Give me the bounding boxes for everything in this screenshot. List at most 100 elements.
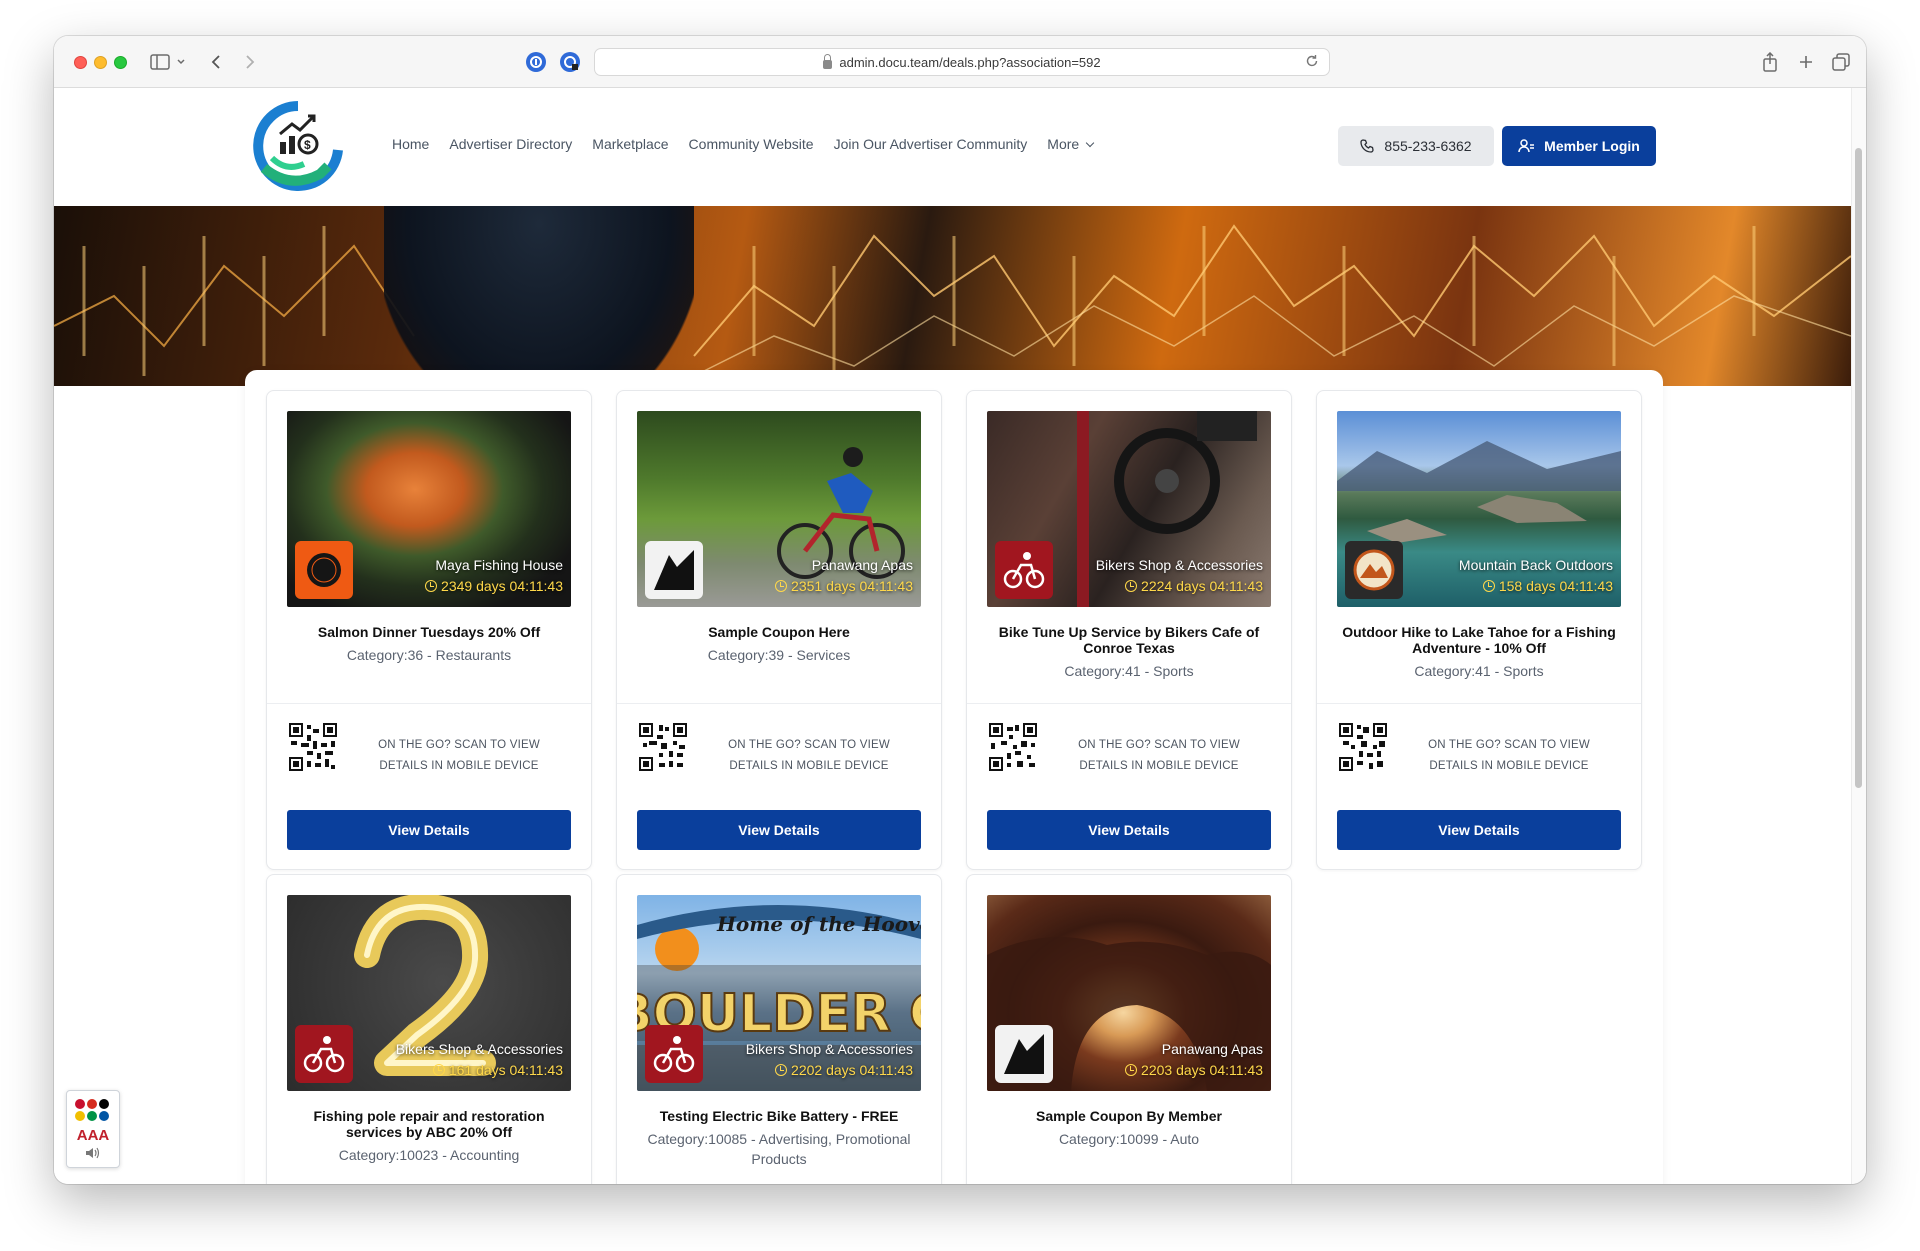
bikers-cafe-logo <box>295 1025 353 1083</box>
nav-home[interactable]: Home <box>392 136 429 152</box>
deal-timer: 2224 days 04:11:43 <box>1125 578 1263 594</box>
deal-timer: 2203 days 04:11:43 <box>1125 1062 1263 1078</box>
deal-category: Category:41 - Sports <box>1414 663 1544 679</box>
scrollbar-thumb[interactable] <box>1855 148 1862 788</box>
deal-image[interactable]: Maya Fishing House 2349 days 04:11:43 <box>287 411 571 607</box>
deal-timer-text: 2202 days 04:11:43 <box>791 1062 913 1078</box>
deal-category: Category:10099 - Auto <box>1058 1131 1200 1147</box>
deal-timer-text: 158 days 04:11:43 <box>1498 578 1613 594</box>
deal-title[interactable]: Testing Electric Bike Battery - FREE <box>637 1108 921 1124</box>
deal-image[interactable]: Panawang Apas 2203 days 04:11:43 <box>987 895 1271 1091</box>
share-icon[interactable] <box>1762 52 1778 72</box>
minimize-window-button[interactable] <box>94 56 107 69</box>
nav-join-advertiser-community[interactable]: Join Our Advertiser Community <box>834 136 1028 152</box>
deal-title[interactable]: Sample Coupon By Member <box>987 1108 1271 1124</box>
divider <box>617 703 941 704</box>
deal-card: Mountain Back Outdoors 158 days 04:11:43… <box>1316 390 1642 870</box>
hero-banner <box>54 206 1851 386</box>
deal-title[interactable]: Fishing pole repair and restoration serv… <box>287 1108 571 1140</box>
sidebar-toggle-icon[interactable] <box>150 52 170 72</box>
deal-shop-name: Bikers Shop & Accessories <box>1095 557 1263 573</box>
deal-timer-text: 2349 days 04:11:43 <box>441 578 563 594</box>
accessibility-widget[interactable]: AAA <box>66 1090 120 1168</box>
nav-advertiser-directory[interactable]: Advertiser Directory <box>449 136 572 152</box>
scan-instruction: ON THE GO? SCAN TO VIEW DETAILS IN MOBIL… <box>1428 739 1590 772</box>
deal-image[interactable]: Panawang Apas 2351 days 04:11:43 <box>637 411 921 607</box>
deal-image[interactable]: Mountain Back Outdoors 158 days 04:11:43 <box>1337 411 1621 607</box>
close-window-button[interactable] <box>74 56 87 69</box>
hero-chart-graphic <box>54 224 1851 377</box>
deal-timer: 2351 days 04:11:43 <box>775 578 913 594</box>
page-scrollbar[interactable] <box>1851 88 1866 1184</box>
url-text: admin.docu.team/deals.php?association=59… <box>839 54 1101 70</box>
qr-code <box>1339 723 1387 771</box>
scan-instruction: ON THE GO? SCAN TO VIEW DETAILS IN MOBIL… <box>728 739 890 772</box>
deal-title[interactable]: Salmon Dinner Tuesdays 20% Off <box>287 624 571 640</box>
maya-fishing-logo <box>295 541 353 599</box>
deal-card: Bikers Shop & Accessories 161 days 04:11… <box>266 874 592 1184</box>
nav-more[interactable]: More <box>1047 136 1095 152</box>
clock-icon <box>432 1064 445 1076</box>
view-details-button[interactable]: View Details <box>287 810 571 850</box>
dam-sign-top-text: Home of the Hoover Dam <box>716 912 921 936</box>
language-flags-icon <box>75 1099 113 1121</box>
qr-code <box>989 723 1037 771</box>
back-icon[interactable] <box>210 52 222 72</box>
deal-timer-text: 2203 days 04:11:43 <box>1141 1062 1263 1078</box>
browser-window: admin.docu.team/deals.php?association=59… <box>54 36 1866 1184</box>
password-manager-icon[interactable] <box>526 52 546 72</box>
main-nav: Home Advertiser Directory Marketplace Co… <box>392 136 1113 152</box>
nav-marketplace[interactable]: Marketplace <box>592 136 668 152</box>
new-tab-icon[interactable] <box>1798 52 1814 72</box>
site-logo[interactable]: $ <box>250 98 346 194</box>
deal-shop-name: Panawang Apas <box>811 557 913 573</box>
bikers-cafe-logo <box>645 1025 703 1083</box>
divider <box>967 703 1291 704</box>
divider <box>1317 703 1641 704</box>
deal-timer-text: 161 days 04:11:43 <box>448 1062 563 1078</box>
member-login-button[interactable]: Member Login <box>1502 126 1656 166</box>
zoom-window-button[interactable] <box>114 56 127 69</box>
view-details-button[interactable]: View Details <box>1337 810 1621 850</box>
scan-instruction: ON THE GO? SCAN TO VIEW DETAILS IN MOBIL… <box>1078 739 1240 772</box>
bikers-cafe-logo <box>995 541 1053 599</box>
mountain-back-outdoors-logo <box>1345 541 1403 599</box>
deal-timer: 2349 days 04:11:43 <box>425 578 563 594</box>
deal-shop-name: Bikers Shop & Accessories <box>745 1041 913 1057</box>
clock-icon <box>1125 580 1138 592</box>
deal-timer-text: 2224 days 04:11:43 <box>1141 578 1263 594</box>
web-page: $ Home Advertiser Directory Marketplace … <box>54 88 1851 1184</box>
deal-title[interactable]: Outdoor Hike to Lake Tahoe for a Fishing… <box>1337 624 1621 656</box>
clock-icon <box>1482 580 1495 592</box>
deal-shop-name: Panawang Apas <box>1161 1041 1263 1057</box>
address-bar[interactable]: admin.docu.team/deals.php?association=59… <box>594 48 1330 76</box>
deal-shop-name: Mountain Back Outdoors <box>1458 557 1613 573</box>
panawang-apas-logo <box>995 1025 1053 1083</box>
view-details-button[interactable]: View Details <box>987 810 1271 850</box>
deal-title[interactable]: Bike Tune Up Service by Bikers Cafe of C… <box>987 624 1271 656</box>
deal-title[interactable]: Sample Coupon Here <box>637 624 921 640</box>
reload-icon[interactable] <box>1305 54 1319 71</box>
deal-shop-name: Maya Fishing House <box>435 557 563 573</box>
deal-image[interactable]: Home of the Hoover Dam BOULDER CITY Bike… <box>637 895 921 1091</box>
deal-card: Bikers Shop & Accessories 2224 days 04:1… <box>966 390 1292 870</box>
phone-number: 855-233-6362 <box>1384 138 1472 154</box>
deal-category: Category:10085 - Advertising, Promotiona… <box>647 1131 911 1167</box>
clock-icon <box>775 1064 788 1076</box>
nav-community-website[interactable]: Community Website <box>689 136 814 152</box>
svg-text:$: $ <box>304 138 311 152</box>
phone-button[interactable]: 855-233-6362 <box>1338 126 1494 166</box>
extension-icon[interactable] <box>560 52 580 72</box>
deal-image[interactable]: Bikers Shop & Accessories 2224 days 04:1… <box>987 411 1271 607</box>
qr-code <box>639 723 687 771</box>
chevron-down-icon <box>1085 138 1095 148</box>
clock-icon <box>1125 1064 1138 1076</box>
view-details-button[interactable]: View Details <box>637 810 921 850</box>
deal-category: Category:10023 - Accounting <box>338 1147 520 1163</box>
speaker-icon <box>67 1147 119 1162</box>
forward-icon[interactable] <box>244 52 256 72</box>
deal-image[interactable]: Bikers Shop & Accessories 161 days 04:11… <box>287 895 571 1091</box>
chevron-down-icon[interactable] <box>176 52 186 72</box>
tab-overview-icon[interactable] <box>1832 52 1850 72</box>
browser-toolbar: admin.docu.team/deals.php?association=59… <box>54 36 1866 88</box>
